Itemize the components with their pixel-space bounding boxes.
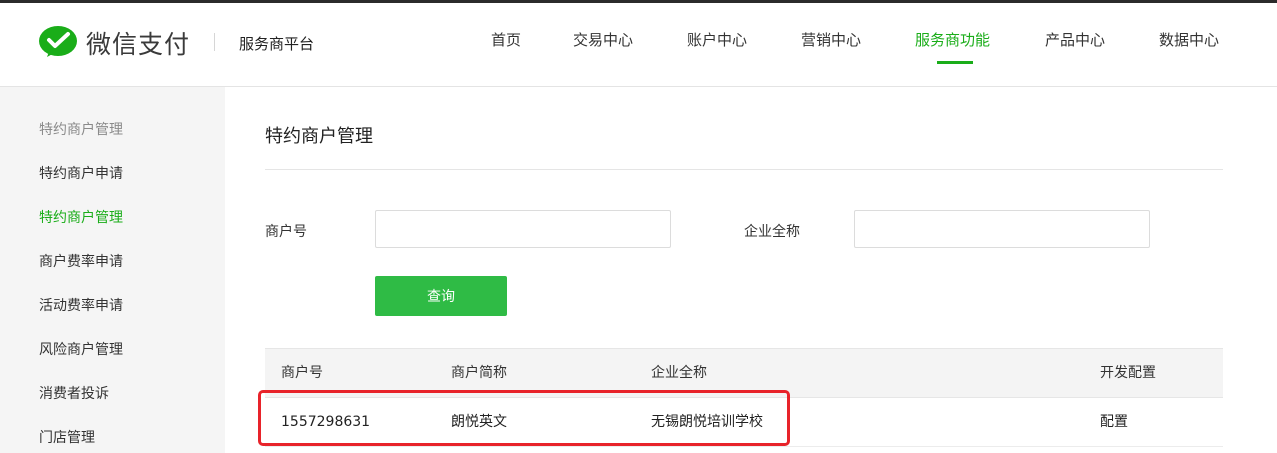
sidebar-item-activity-rate[interactable]: 活动费率申请 [39,295,123,315]
sidebar-item-risk-merchant[interactable]: 风险商户管理 [39,339,123,359]
sidebar-item-merchant-manage[interactable]: 特约商户管理 [39,207,123,227]
header: 微信支付 服务商平台 首页 交易中心 账户中心 营销中心 服务商功能 产品中心 … [0,3,1277,87]
nav-item-account[interactable]: 账户中心 [687,29,747,50]
top-nav: 首页 交易中心 账户中心 营销中心 服务商功能 产品中心 数据中心 [0,29,1277,69]
title-divider [265,169,1223,170]
nav-item-home[interactable]: 首页 [491,29,521,50]
merchant-table: 商户号 商户简称 企业全称 开发配置 1557298631 朗悦英文 无锡朗悦培… [265,348,1223,447]
company-name-input[interactable] [854,210,1150,248]
config-link[interactable]: 配置 [1100,398,1128,446]
cell-merchant-id: 1557298631 [281,414,371,430]
table-header: 商户号 商户简称 企业全称 开发配置 [265,348,1223,398]
main-content: 特约商户管理 商户号 企业全称 查询 商户号 商户简称 企业全称 开发配置 15… [225,87,1277,453]
sidebar-item-rate-apply[interactable]: 商户费率申请 [39,251,123,271]
sidebar-section-title: 特约商户管理 [39,122,123,138]
sidebar-item-stores[interactable]: 门店管理 [39,427,95,447]
col-short-name: 商户简称 [451,365,507,381]
nav-item-transactions[interactable]: 交易中心 [573,29,633,50]
query-button[interactable]: 查询 [375,276,507,316]
sidebar: 特约商户管理 特约商户申请 特约商户管理 商户费率申请 活动费率申请 风险商户管… [0,87,225,453]
company-name-label: 企业全称 [744,224,800,240]
merchant-id-input[interactable] [375,210,671,248]
nav-active-indicator [937,61,973,64]
table-row: 1557298631 朗悦英文 无锡朗悦培训学校 配置 [265,398,1223,447]
col-merchant-id: 商户号 [281,365,323,381]
merchant-id-label: 商户号 [265,224,307,240]
nav-item-products[interactable]: 产品中心 [1045,29,1105,50]
cell-full-name: 无锡朗悦培训学校 [651,414,763,430]
cell-short-name: 朗悦英文 [451,414,507,430]
nav-item-data[interactable]: 数据中心 [1159,29,1219,50]
sidebar-item-complaints[interactable]: 消费者投诉 [39,383,109,403]
col-full-name: 企业全称 [651,365,707,381]
col-dev-config: 开发配置 [1100,365,1156,381]
nav-item-service-provider[interactable]: 服务商功能 [915,29,990,50]
sidebar-item-merchant-apply[interactable]: 特约商户申请 [39,163,123,183]
page-title: 特约商户管理 [265,126,373,147]
nav-item-marketing[interactable]: 营销中心 [801,29,861,50]
